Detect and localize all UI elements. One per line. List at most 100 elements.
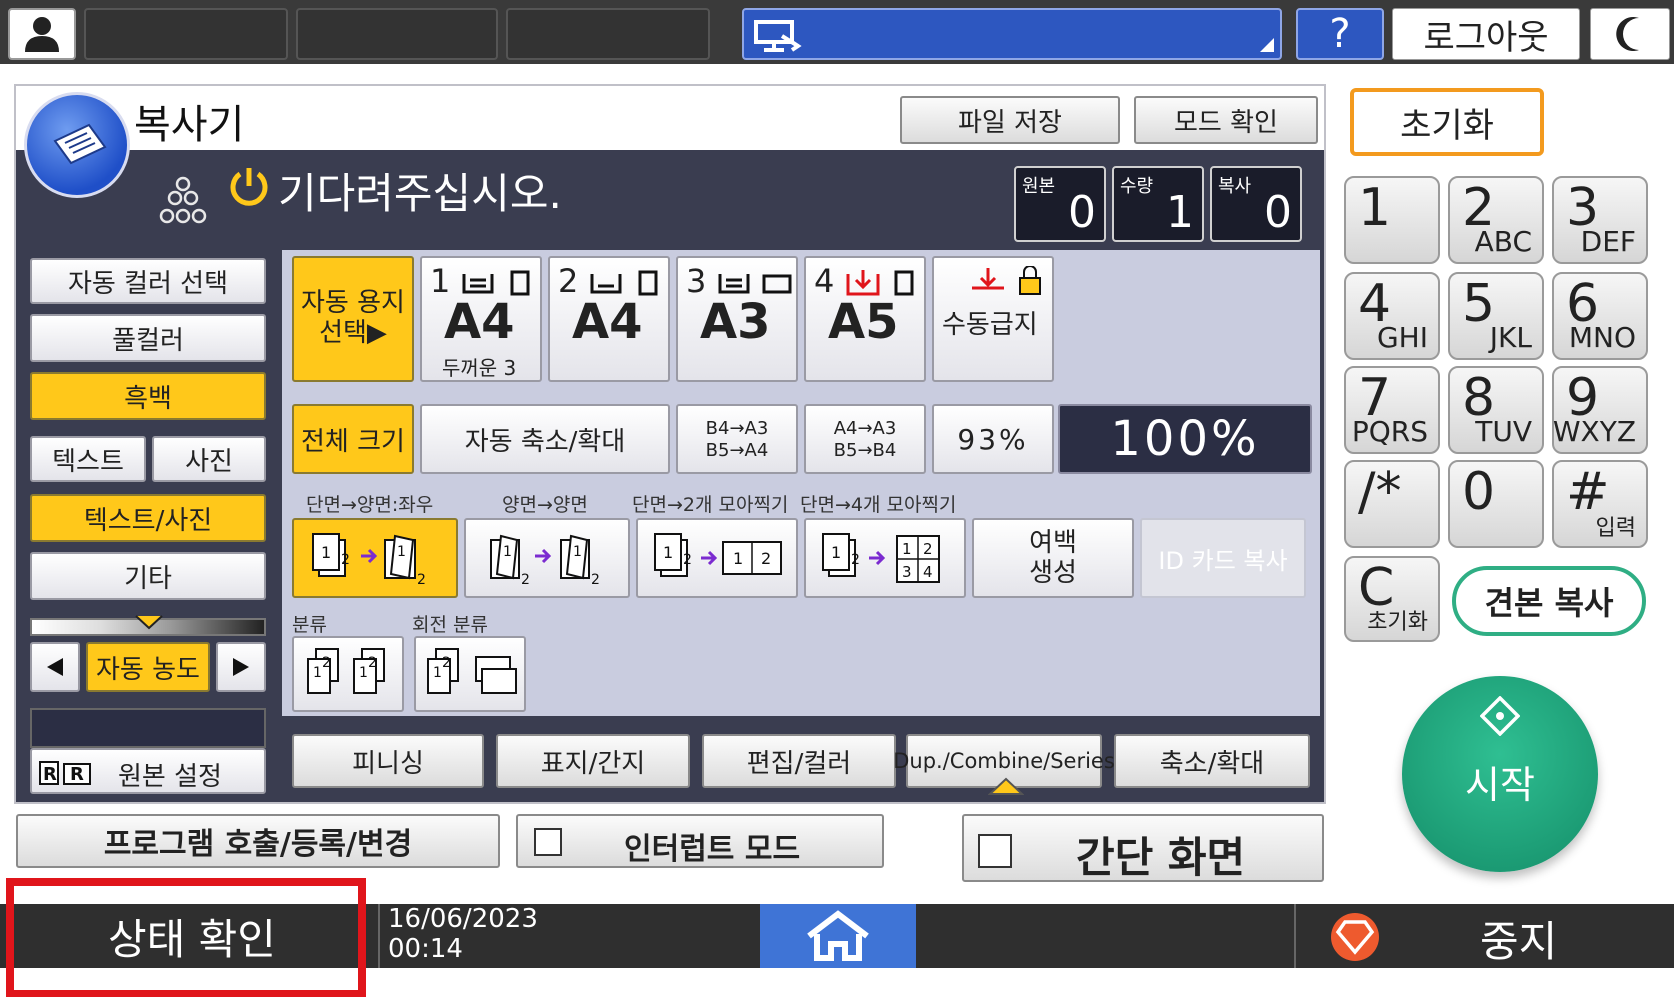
- key-6[interactable]: 6 MNO: [1552, 272, 1648, 360]
- combine-2-button[interactable]: 1 2 1 2: [636, 518, 798, 598]
- original-orientation-icon: R R: [39, 761, 91, 785]
- start-button[interactable]: 시작: [1402, 676, 1598, 872]
- simple-screen-button[interactable]: 간단 화면: [962, 814, 1324, 882]
- stop-label: 중지: [1480, 917, 1558, 966]
- sort-button[interactable]: 2 1 2 1: [292, 636, 404, 712]
- key-8[interactable]: 8 TUV: [1448, 366, 1544, 454]
- file-save-button[interactable]: 파일 저장: [900, 96, 1120, 144]
- auto-density-button[interactable]: 자동 농도: [86, 642, 210, 692]
- home-button[interactable]: [760, 904, 916, 968]
- user-button[interactable]: [8, 8, 76, 60]
- screen-switch-button[interactable]: [742, 8, 1282, 60]
- original-settings-button[interactable]: R R 원본 설정: [30, 748, 266, 794]
- tray-2-button[interactable]: 2 A4: [548, 256, 670, 382]
- key-9-letters: WXYZ: [1552, 415, 1636, 448]
- tab-finishing[interactable]: 피니싱: [292, 734, 484, 788]
- tray-1-button[interactable]: 1 A4 두꺼운 3: [420, 256, 542, 382]
- tab-cover[interactable]: 표지/간지: [496, 734, 690, 788]
- color-auto-button[interactable]: 자동 컬러 선택: [30, 258, 266, 304]
- svg-text:2: 2: [341, 552, 350, 568]
- top-slot-2[interactable]: [296, 8, 498, 60]
- margin-button[interactable]: 여백 생성: [972, 518, 1134, 598]
- user-icon: [25, 17, 59, 52]
- svg-text:1: 1: [902, 540, 912, 558]
- top-slot-1[interactable]: [84, 8, 288, 60]
- copier-app-icon: [24, 92, 130, 198]
- key-2[interactable]: 2 ABC: [1448, 176, 1544, 264]
- key-hash-enter[interactable]: # 입력: [1552, 460, 1648, 548]
- key-7[interactable]: 7 PQRS: [1344, 366, 1440, 454]
- logout-button[interactable]: 로그아웃: [1392, 8, 1580, 60]
- key-0[interactable]: 0: [1448, 460, 1544, 548]
- stop-button[interactable]: 중지: [1300, 904, 1674, 968]
- full-size-button[interactable]: 전체 크기: [292, 404, 414, 474]
- text-original-button[interactable]: 텍스트: [30, 436, 146, 482]
- text-photo-button[interactable]: 텍스트/사진: [30, 494, 266, 542]
- top-slot-3[interactable]: [506, 8, 710, 60]
- other-original-button[interactable]: 기타: [30, 552, 266, 600]
- tray-icon: [462, 270, 530, 296]
- program-button[interactable]: 프로그램 호출/등록/변경: [16, 814, 500, 868]
- svg-text:2: 2: [521, 572, 530, 588]
- duplex-2-to-2-button[interactable]: 1 2 1 2: [464, 518, 630, 598]
- tray-4-button[interactable]: 4 A5: [804, 256, 926, 382]
- rotate-sort-icon: 2 1: [427, 648, 517, 694]
- reset-button[interactable]: 초기화: [1350, 88, 1544, 156]
- key-1[interactable]: 1: [1344, 176, 1440, 264]
- key-6-letters: MNO: [1568, 321, 1636, 354]
- counter-quantity: 수량 1: [1112, 166, 1204, 242]
- key-7-letters: PQRS: [1351, 415, 1428, 448]
- key-4[interactable]: 4 GHI: [1344, 272, 1440, 360]
- tab-edit-color[interactable]: 편집/컬러: [702, 734, 896, 788]
- sleep-button[interactable]: [1590, 8, 1670, 60]
- auto-paper-label-1: 자동 용지: [301, 288, 405, 318]
- density-lighter-button[interactable]: [30, 642, 80, 692]
- tab-reduce-enlarge-label: 축소/확대: [1159, 748, 1265, 779]
- tab-finishing-label: 피니싱: [352, 748, 424, 779]
- combine-2-label: 단면→2개 모아찍기: [632, 494, 789, 516]
- counter-quantity-label: 수량: [1120, 176, 1154, 197]
- full-color-button[interactable]: 풀컬러: [30, 314, 266, 362]
- help-button[interactable]: ?: [1296, 8, 1384, 60]
- svg-text:2: 2: [417, 572, 426, 588]
- tray-3-button[interactable]: 3 A3: [676, 256, 798, 382]
- density-darker-button[interactable]: [216, 642, 266, 692]
- sample-copy-button[interactable]: 견본 복사: [1452, 566, 1646, 636]
- logout-label: 로그아웃: [1423, 17, 1549, 58]
- auto-paper-button[interactable]: 자동 용지 선택▶: [292, 256, 414, 382]
- duplex-1-to-2-button[interactable]: 1 2 1 2: [292, 518, 458, 598]
- key-3[interactable]: 3 DEF: [1552, 176, 1648, 264]
- auto-density-label: 자동 농도: [96, 654, 200, 685]
- document-icon: [53, 123, 107, 165]
- interrupt-checkbox[interactable]: [534, 828, 562, 856]
- zoom-current-display[interactable]: 100%: [1058, 404, 1312, 474]
- rotate-sort-button[interactable]: 2 1: [414, 636, 526, 712]
- tab-reduce-enlarge[interactable]: 축소/확대: [1114, 734, 1310, 788]
- tab-edit-color-label: 편집/컬러: [746, 748, 852, 779]
- svg-text:2: 2: [761, 549, 771, 568]
- auto-reduce-enlarge-button[interactable]: 자동 축소/확대: [420, 404, 670, 474]
- bypass-tray-button[interactable]: 수동급지: [932, 256, 1054, 382]
- zoom-93-button[interactable]: 93%: [932, 404, 1054, 474]
- photo-original-button[interactable]: 사진: [152, 436, 266, 482]
- clear-key[interactable]: C 초기화: [1344, 556, 1440, 642]
- preset-a4-a3-button[interactable]: A4→A3 B5→B4: [804, 404, 926, 474]
- key-9[interactable]: 9 WXYZ: [1552, 366, 1648, 454]
- black-white-button[interactable]: 흑백: [30, 372, 266, 420]
- mode-check-button[interactable]: 모드 확인: [1134, 96, 1318, 144]
- color-auto-label: 자동 컬러 선택: [67, 268, 229, 299]
- combine-4-button[interactable]: 1 2 1 2 3 4: [804, 518, 966, 598]
- id-card-copy-button[interactable]: ID 카드 복사: [1140, 518, 1306, 598]
- bottom-divider-2: [1294, 904, 1296, 968]
- tray-1-note: 두꺼운 3: [442, 356, 517, 380]
- key-5[interactable]: 5 JKL: [1448, 272, 1544, 360]
- margin-label-1: 여백: [1029, 528, 1077, 558]
- interrupt-mode-button[interactable]: 인터럽트 모드: [516, 814, 884, 868]
- preset-2-line-1: A4→A3: [833, 418, 897, 439]
- counter-original: 원본 0: [1014, 166, 1106, 242]
- preset-b4-a3-button[interactable]: B4→A3 B5→A4: [676, 404, 798, 474]
- key-slash-star[interactable]: /*: [1344, 460, 1440, 548]
- simple-screen-checkbox[interactable]: [978, 834, 1012, 868]
- counter-copies: 복사 0: [1210, 166, 1302, 242]
- tray-3-size: A3: [700, 294, 771, 350]
